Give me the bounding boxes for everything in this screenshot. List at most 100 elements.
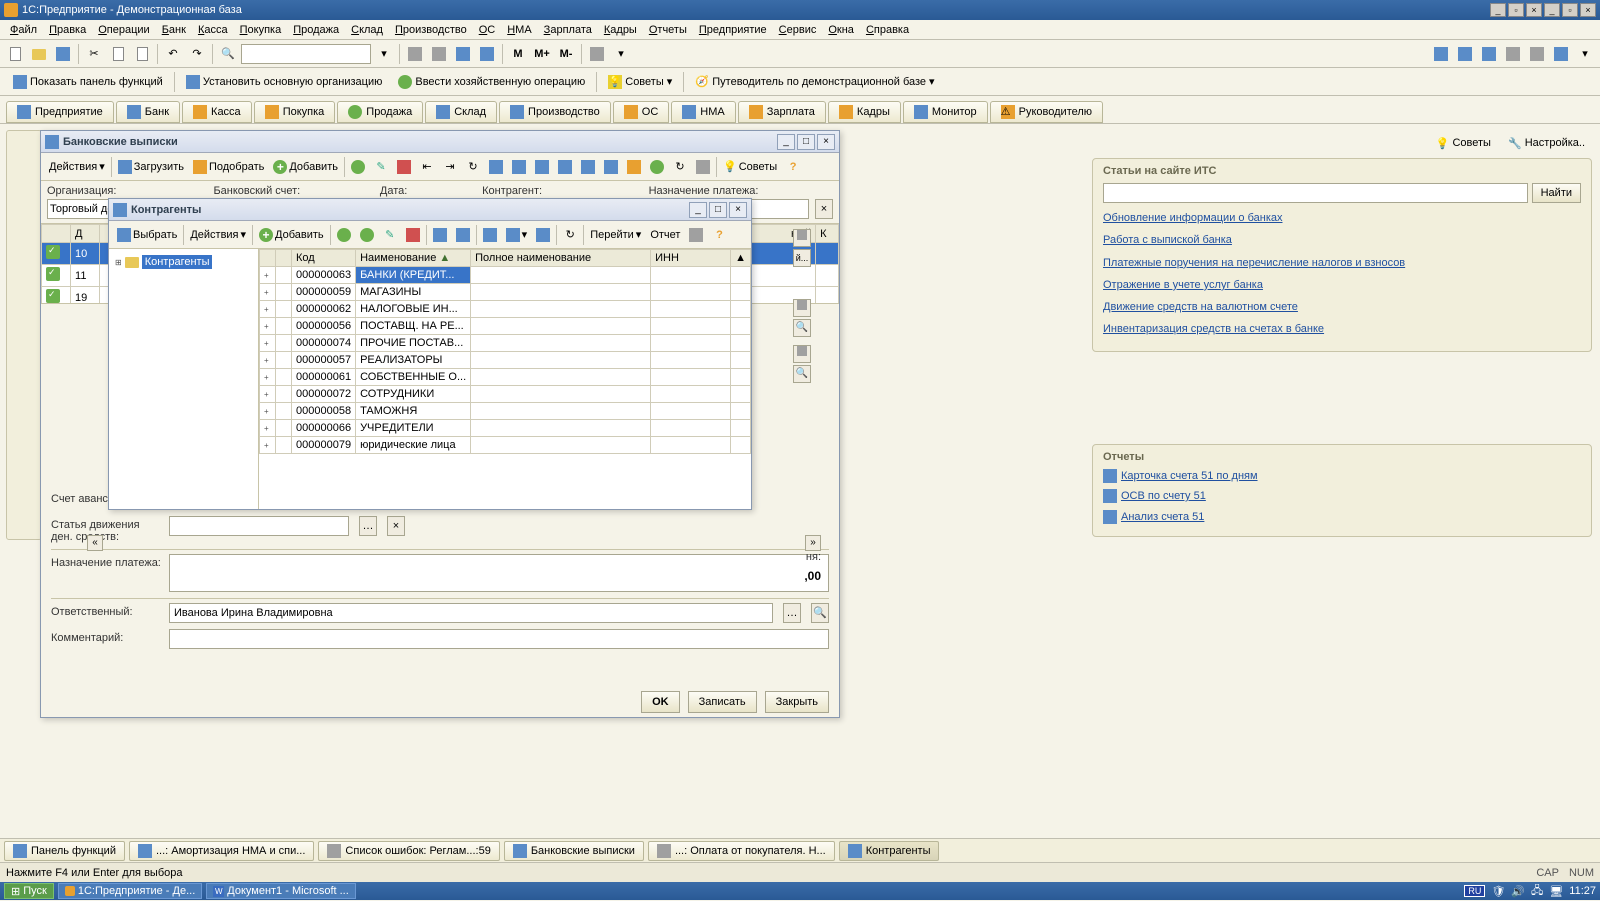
ctr-tb-icon[interactable] bbox=[333, 224, 355, 246]
row-search-icon[interactable]: 🔍 bbox=[793, 319, 811, 337]
rs-tips-button[interactable]: 💡Советы bbox=[1429, 132, 1498, 154]
ok-button[interactable]: OK bbox=[641, 691, 680, 713]
r-icon-3[interactable] bbox=[1478, 43, 1500, 65]
table-row[interactable]: + 000000062 НАЛОГОВЫЕ ИН... bbox=[260, 301, 751, 318]
set-org-button[interactable]: Установить основную организацию bbox=[179, 71, 390, 93]
col-icon[interactable] bbox=[260, 250, 276, 267]
minimize2-button[interactable]: _ bbox=[1544, 3, 1560, 17]
col-inn[interactable]: ИНН bbox=[651, 250, 731, 267]
bank-min-button[interactable]: _ bbox=[777, 134, 795, 150]
menu-windows[interactable]: Окна bbox=[822, 22, 860, 38]
table-row[interactable]: + 000000063 БАНКИ (КРЕДИТ... bbox=[260, 267, 751, 284]
ctr-tb-del-icon[interactable] bbox=[402, 224, 424, 246]
ctr-report-button[interactable]: Отчет bbox=[646, 224, 684, 246]
col-name[interactable]: Наименование ▲ bbox=[356, 250, 471, 267]
col-date[interactable]: Д bbox=[71, 225, 100, 243]
clear-filters-button[interactable]: × bbox=[815, 199, 833, 219]
redo-icon[interactable]: ↷ bbox=[186, 43, 208, 65]
tb-icon[interactable] bbox=[347, 156, 369, 178]
ctr-min-button[interactable]: _ bbox=[689, 202, 707, 218]
minimize-button[interactable]: _ bbox=[1490, 3, 1506, 17]
tb-edit-icon[interactable]: ✎ bbox=[370, 156, 392, 178]
tool3-icon[interactable] bbox=[586, 43, 608, 65]
r-icon-6[interactable] bbox=[1550, 43, 1572, 65]
tb-f9-icon[interactable] bbox=[692, 156, 714, 178]
restore2-button[interactable]: ▫ bbox=[1562, 3, 1578, 17]
col-icon2[interactable] bbox=[276, 250, 292, 267]
search-input[interactable] bbox=[241, 44, 371, 64]
bank-pick-button[interactable]: Подобрать bbox=[189, 156, 268, 178]
undo-icon[interactable]: ↶ bbox=[162, 43, 184, 65]
tips-button[interactable]: 💡Советы▾ bbox=[601, 71, 679, 93]
table-row[interactable]: + 000000079 юридические лица bbox=[260, 437, 751, 454]
bank-add-button[interactable]: +Добавить bbox=[269, 156, 342, 178]
menu-bank[interactable]: Банк bbox=[156, 22, 192, 38]
menu-help[interactable]: Справка bbox=[860, 22, 915, 38]
bank-actions-button[interactable]: Действия ▾ bbox=[45, 156, 109, 178]
ctr-select-button[interactable]: Выбрать bbox=[113, 224, 181, 246]
tab-salary[interactable]: Зарплата bbox=[738, 101, 826, 123]
ctr-tb-list-icon[interactable] bbox=[685, 224, 707, 246]
its-link[interactable]: Инвентаризация средств на счетах в банке bbox=[1103, 322, 1581, 336]
ctr-goto-button[interactable]: Перейти ▾ bbox=[586, 224, 645, 246]
close2-button[interactable]: × bbox=[1580, 3, 1596, 17]
r-icon-5[interactable] bbox=[1526, 43, 1548, 65]
table-row[interactable]: + 000000056 ПОСТАВЩ. НА РЕ... bbox=[260, 318, 751, 335]
close-button[interactable]: Закрыть bbox=[765, 691, 829, 713]
os-task-1c[interactable]: 1С:Предприятие - Де... bbox=[58, 883, 202, 899]
comment-input[interactable] bbox=[169, 629, 829, 649]
tab-monitor[interactable]: Монитор bbox=[903, 101, 988, 123]
table-row[interactable]: + 000000066 УЧРЕДИТЕЛИ bbox=[260, 420, 751, 437]
tool-icon[interactable] bbox=[452, 43, 474, 65]
its-find-button[interactable]: Найти bbox=[1532, 183, 1581, 203]
os-task-word[interactable]: WДокумент1 - Microsoft ... bbox=[206, 883, 356, 899]
tb-f3-icon[interactable] bbox=[554, 156, 576, 178]
tab-purchase[interactable]: Покупка bbox=[254, 101, 336, 123]
responsible-search-button[interactable]: 🔍 bbox=[811, 603, 829, 623]
menu-production[interactable]: Производство bbox=[389, 22, 473, 38]
mem-mminus[interactable]: M- bbox=[555, 43, 577, 65]
tab-sale[interactable]: Продажа bbox=[337, 101, 423, 123]
tab-production[interactable]: Производство bbox=[499, 101, 611, 123]
rs-settings-button[interactable]: 🔧Настройка.. bbox=[1501, 132, 1592, 154]
tb-f6-icon[interactable] bbox=[623, 156, 645, 178]
tb-f5-icon[interactable] bbox=[600, 156, 622, 178]
lang-indicator[interactable]: RU bbox=[1464, 885, 1485, 897]
tb-del-icon[interactable] bbox=[393, 156, 415, 178]
table-row[interactable]: + 000000061 СОБСТВЕННЫЕ О... bbox=[260, 369, 751, 386]
menu-reports[interactable]: Отчеты bbox=[643, 22, 693, 38]
menu-salary[interactable]: Зарплата bbox=[538, 22, 598, 38]
tray-icon[interactable]: 🛡 bbox=[1491, 885, 1505, 898]
tray-icon[interactable]: 🖥 bbox=[1549, 885, 1563, 898]
bank-help-icon[interactable]: ? bbox=[782, 156, 804, 178]
tab-os[interactable]: ОС bbox=[613, 101, 670, 123]
tool3b-icon[interactable]: ▾ bbox=[610, 43, 632, 65]
ctr-add-button[interactable]: +Добавить bbox=[255, 224, 328, 246]
ctr-tb-refresh-icon[interactable]: ↻ bbox=[559, 224, 581, 246]
col-code[interactable]: Код bbox=[292, 250, 356, 267]
start-button[interactable]: ⊞Пуск bbox=[4, 883, 54, 899]
ctr-tree[interactable]: ⊞ Контрагенты bbox=[109, 249, 259, 509]
row-btn[interactable] bbox=[793, 229, 811, 247]
menu-nma[interactable]: НМА bbox=[501, 22, 537, 38]
ctr-close-button[interactable]: × bbox=[729, 202, 747, 218]
expand-icon[interactable]: ⊞ bbox=[115, 258, 122, 267]
task-bank[interactable]: Банковские выписки bbox=[504, 841, 644, 861]
row-btn[interactable] bbox=[793, 299, 811, 317]
task-errors[interactable]: Список ошибок: Реглам...:59 bbox=[318, 841, 499, 861]
calc-icon[interactable] bbox=[404, 43, 426, 65]
tb-f8-icon[interactable]: ↻ bbox=[669, 156, 691, 178]
report-link[interactable]: ОСВ по счету 51 bbox=[1103, 489, 1581, 503]
task-contractors[interactable]: Контрагенты bbox=[839, 841, 940, 861]
r-icon-1[interactable] bbox=[1430, 43, 1452, 65]
ctr-tb-icon[interactable] bbox=[429, 224, 451, 246]
close-button[interactable]: × bbox=[1526, 3, 1542, 17]
ctr-tb-icon[interactable] bbox=[479, 224, 501, 246]
report-link[interactable]: Карточка счета 51 по дням bbox=[1103, 469, 1581, 483]
cut-icon[interactable]: ✂ bbox=[83, 43, 105, 65]
table-row[interactable]: + 000000074 ПРОЧИЕ ПОСТАВ... bbox=[260, 335, 751, 352]
ctr-tb-edit-icon[interactable]: ✎ bbox=[379, 224, 401, 246]
col-fullname[interactable]: Полное наименование bbox=[471, 250, 651, 267]
bank-load-button[interactable]: Загрузить bbox=[114, 156, 188, 178]
menu-hr[interactable]: Кадры bbox=[598, 22, 643, 38]
